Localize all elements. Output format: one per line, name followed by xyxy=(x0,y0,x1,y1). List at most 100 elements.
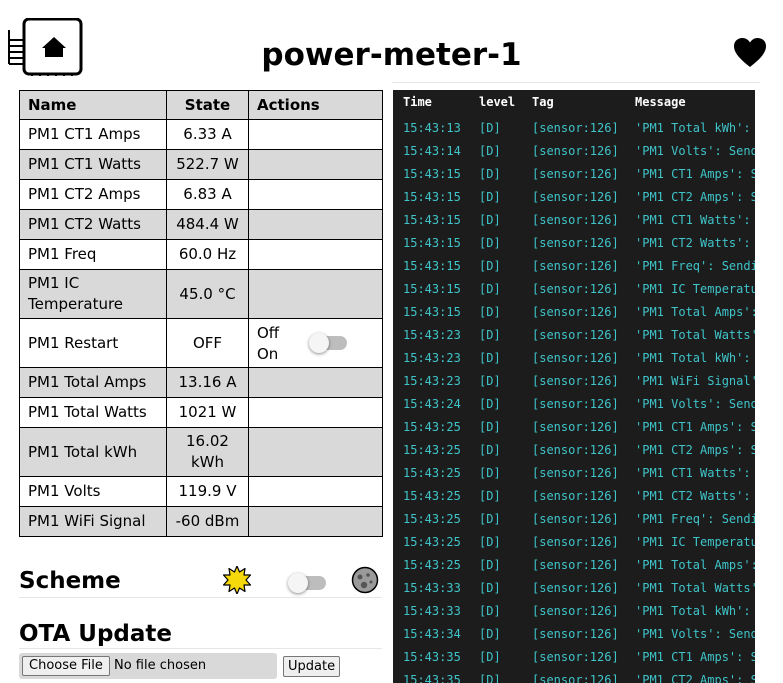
log-time: 15:43:25 xyxy=(403,420,461,434)
log-level: [D] xyxy=(479,581,501,595)
log-header-time: Time xyxy=(403,95,432,109)
log-level: [D] xyxy=(479,627,501,641)
log-row: 15:43:25 [D] [sensor:126] 'PM1 CT1 Watts': xyxy=(393,463,755,483)
log-time: 15:43:15 xyxy=(403,282,461,296)
entity-state: 484.4 W xyxy=(166,209,249,240)
log-tag: [sensor:126] xyxy=(532,190,619,204)
log-message: 'PM1 CT1 Amps': S xyxy=(635,167,755,181)
restart-toggle[interactable] xyxy=(309,333,347,353)
log-panel[interactable]: Time level Tag Message 15:43:13 [D] [senso… xyxy=(393,90,755,683)
entity-name: PM1 CT2 Watts xyxy=(19,209,167,240)
log-tag: [sensor:126] xyxy=(532,489,619,503)
file-input[interactable]: Choose File No file chosen xyxy=(19,653,277,679)
log-tag: [sensor:126] xyxy=(532,374,619,388)
log-row: 15:43:15 [D] [sensor:126] 'PM1 Freq': Sendi xyxy=(393,256,755,276)
log-message: 'PM1 Total kWh': xyxy=(635,351,755,365)
log-tag: [sensor:126] xyxy=(532,558,619,572)
log-level: [D] xyxy=(479,167,501,181)
log-time: 15:43:25 xyxy=(403,489,461,503)
log-row: 15:43:33 [D] [sensor:126] 'PM1 Total Watts' xyxy=(393,578,755,598)
entity-actions: Off On xyxy=(248,318,383,368)
table-row: PM1 IC Temperature 45.0 °C xyxy=(19,269,383,319)
ota-divider xyxy=(19,648,382,649)
log-row: 15:43:25 [D] [sensor:126] 'PM1 IC Temperatu xyxy=(393,532,755,552)
log-message: 'PM1 CT1 Watts': xyxy=(635,213,755,227)
log-time: 15:43:25 xyxy=(403,512,461,526)
table-row: PM1 Restart OFF Off On xyxy=(19,318,383,368)
log-time: 15:43:35 xyxy=(403,673,461,683)
log-tag: [sensor:126] xyxy=(532,420,619,434)
table-header-row: Name State Actions xyxy=(19,90,383,120)
entity-name: PM1 Freq xyxy=(19,239,167,270)
file-status: No file chosen xyxy=(114,658,207,673)
log-row: 15:43:15 [D] [sensor:126] 'PM1 Total Amps': xyxy=(393,302,755,322)
log-message: 'PM1 Total Amps': xyxy=(635,305,755,319)
entity-actions xyxy=(248,367,383,398)
heart-icon[interactable] xyxy=(734,38,766,68)
log-header-message: Message xyxy=(635,95,686,109)
log-time: 15:43:24 xyxy=(403,397,461,411)
log-tag: [sensor:126] xyxy=(532,581,619,595)
log-header-level: level xyxy=(479,95,516,109)
table-row: PM1 Volts 119.9 V xyxy=(19,476,383,507)
log-tag: [sensor:126] xyxy=(532,466,619,480)
log-time: 15:43:15 xyxy=(403,305,461,319)
log-level: [D] xyxy=(479,489,501,503)
log-message: 'PM1 Freq': Sendi xyxy=(635,512,755,526)
switch-off-label: Off xyxy=(257,324,280,342)
log-row: 15:43:15 [D] [sensor:126] 'PM1 CT1 Amps': S xyxy=(393,164,755,184)
log-time: 15:43:15 xyxy=(403,259,461,273)
scheme-divider xyxy=(19,597,382,598)
log-tag: [sensor:126] xyxy=(532,627,619,641)
log-level: [D] xyxy=(479,328,501,342)
entity-actions xyxy=(248,269,383,319)
log-row: 15:43:14 [D] [sensor:126] 'PM1 Volts': Send xyxy=(393,141,755,161)
log-row: 15:43:25 [D] [sensor:126] 'PM1 CT1 Amps': S xyxy=(393,417,755,437)
log-message: 'PM1 Total Watts' xyxy=(635,581,755,595)
log-header-tag: Tag xyxy=(532,95,554,109)
log-row: 15:43:15 [D] [sensor:126] 'PM1 CT1 Watts': xyxy=(393,210,755,230)
log-header-row: Time level Tag Message xyxy=(393,95,755,113)
log-time: 15:43:23 xyxy=(403,351,461,365)
choose-file-button[interactable]: Choose File xyxy=(22,656,110,676)
log-row: 15:43:15 [D] [sensor:126] 'PM1 IC Temperatu xyxy=(393,279,755,299)
sun-icon[interactable] xyxy=(223,566,251,594)
entity-name: PM1 IC Temperature xyxy=(19,269,167,319)
entity-actions xyxy=(248,506,383,537)
log-tag: [sensor:126] xyxy=(532,397,619,411)
log-tag: [sensor:126] xyxy=(532,144,619,158)
entity-name: PM1 CT1 Watts xyxy=(19,149,167,180)
log-level: [D] xyxy=(479,236,501,250)
update-button[interactable]: Update xyxy=(283,656,341,677)
log-tag: [sensor:126] xyxy=(532,328,619,342)
log-scrollbar[interactable] xyxy=(755,90,783,683)
log-tag: [sensor:126] xyxy=(532,236,619,250)
table-row: PM1 WiFi Signal -60 dBm xyxy=(19,506,383,537)
log-level: [D] xyxy=(479,673,501,683)
entity-state: 13.16 A xyxy=(166,367,249,398)
log-level: [D] xyxy=(479,259,501,273)
entity-actions xyxy=(248,119,383,150)
scheme-toggle[interactable] xyxy=(288,573,326,593)
toggle-knob xyxy=(309,333,329,353)
moon-icon[interactable] xyxy=(351,566,379,594)
entity-state: OFF xyxy=(166,318,249,368)
page-title: power-meter-1 xyxy=(261,37,522,73)
log-row: 15:43:25 [D] [sensor:126] 'PM1 Total Amps': xyxy=(393,555,755,575)
log-level: [D] xyxy=(479,443,501,457)
log-message: 'PM1 CT1 Amps': S xyxy=(635,420,755,434)
log-tag: [sensor:126] xyxy=(532,535,619,549)
log-tag: [sensor:126] xyxy=(532,512,619,526)
entity-state: 522.7 W xyxy=(166,149,249,180)
entity-name: PM1 CT2 Amps xyxy=(19,179,167,210)
table-row: PM1 CT2 Watts 484.4 W xyxy=(19,209,383,240)
entity-name: PM1 WiFi Signal xyxy=(19,506,167,537)
entity-actions xyxy=(248,149,383,180)
entity-actions xyxy=(248,397,383,428)
table-row: PM1 Total kWh 16.02 kWh xyxy=(19,427,383,477)
log-time: 15:43:14 xyxy=(403,144,461,158)
entity-name: PM1 Total Watts xyxy=(19,397,167,428)
table-row: PM1 Total Amps 13.16 A xyxy=(19,367,383,398)
log-time: 15:43:13 xyxy=(403,121,461,135)
log-time: 15:43:23 xyxy=(403,328,461,342)
